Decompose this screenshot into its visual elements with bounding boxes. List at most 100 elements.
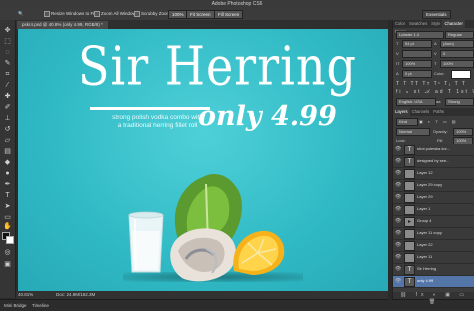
quick-mask-icon[interactable]: ◎ xyxy=(3,248,12,257)
vertical-scale-field[interactable]: 100% xyxy=(402,60,432,68)
marquee-tool-icon[interactable]: ⬚ xyxy=(3,37,12,46)
layer-name: Layer 29 copy xyxy=(417,182,443,187)
font-style-select[interactable]: Regular xyxy=(445,31,474,39)
tab-style[interactable]: Style xyxy=(429,21,442,26)
font-family-select[interactable]: Lobster 1.4 xyxy=(396,31,444,39)
visibility-eye-icon[interactable]: 👁 xyxy=(395,206,401,212)
layer-thumbnail xyxy=(404,253,415,263)
dodge-tool-icon[interactable]: ● xyxy=(3,169,12,178)
crop-tool-icon[interactable]: ⌗ xyxy=(3,70,12,79)
tab-channels[interactable]: Channels xyxy=(410,109,432,114)
layer-row[interactable]: 👁 Layer 11 xyxy=(393,252,474,264)
type-tool-icon[interactable]: T xyxy=(3,191,12,200)
layer-row[interactable]: 👁 Layer 29 copy xyxy=(393,180,474,192)
quick-select-tool-icon[interactable]: ✎ xyxy=(3,59,12,68)
font-size-field[interactable]: 54 pt xyxy=(402,40,432,48)
tab-layers[interactable]: Layers xyxy=(393,108,410,116)
history-brush-tool-icon[interactable]: ↺ xyxy=(3,125,12,134)
character-panel-tabs: ColorSwatchesStyleCharacterParag xyxy=(393,20,474,34)
healing-brush-tool-icon[interactable]: ✚ xyxy=(3,92,12,101)
checkbox-icon xyxy=(44,11,50,17)
text-color-swatch[interactable] xyxy=(451,70,471,79)
fit-screen-button[interactable]: Fit Screen xyxy=(186,10,215,19)
visibility-eye-icon[interactable]: 👁 xyxy=(395,194,401,200)
kerning-field[interactable] xyxy=(402,50,432,58)
pen-tool-icon[interactable]: ✒ xyxy=(3,180,12,189)
visibility-eye-icon[interactable]: 👁 xyxy=(395,266,401,272)
document-canvas[interactable]: Sir Herring strong polish vodka combo wi… xyxy=(18,29,388,291)
background-color-swatch[interactable] xyxy=(6,236,14,244)
resize-windows-checkbox[interactable]: Resize Windows to Fit xyxy=(44,11,96,17)
workspace-switcher[interactable]: Essentials xyxy=(422,10,451,19)
visibility-eye-icon[interactable]: 👁 xyxy=(395,170,401,176)
layer-row[interactable]: 👁 Tdesigned by see... xyxy=(393,156,474,168)
opentype-buttons[interactable]: fi ℴ st 𝒜 ad T 1st ½ xyxy=(396,89,474,95)
fill-screen-button[interactable]: Fill Screen xyxy=(214,10,244,19)
visibility-eye-icon[interactable]: 👁 xyxy=(395,230,401,236)
tab-character[interactable]: Character xyxy=(442,20,465,28)
resize-windows-label: Resize Windows to Fit xyxy=(51,11,96,17)
kerning-icon: V xyxy=(396,51,399,56)
layer-row[interactable]: 👁 Layer 12 xyxy=(393,168,474,180)
screen-mode-icon[interactable]: ▣ xyxy=(3,260,12,269)
gradient-tool-icon[interactable]: ▤ xyxy=(3,147,12,156)
tracking-field[interactable]: 0 xyxy=(440,50,474,58)
lock-label: Lock: xyxy=(396,138,406,143)
text-layer-icon: T xyxy=(404,277,415,287)
scrubby-zoom-checkbox[interactable]: Scrubby Zoom xyxy=(134,11,170,17)
horizontal-scale-field[interactable]: 100% xyxy=(440,60,474,68)
tools-panel: ✥ ⬚ ◌ ✎ ⌗ ⁄ ✚ ✐ ⊥ ↺ ▱ ▤ ◆ ● ✒ T ➤ ▭ ✋ ◎ … xyxy=(0,20,16,298)
tab-paths[interactable]: Paths xyxy=(431,109,446,114)
eyedropper-tool-icon[interactable]: ⁄ xyxy=(3,81,12,90)
layer-row[interactable]: 👁 Tonly 4.99 xyxy=(393,276,474,288)
zoom-tool-icon[interactable]: 🔍 xyxy=(18,11,24,17)
shape-tool-icon[interactable]: ▭ xyxy=(3,213,12,222)
leading-field[interactable]: (Auto) xyxy=(440,40,474,48)
visibility-eye-icon[interactable]: 👁 xyxy=(395,158,401,164)
visibility-eye-icon[interactable]: 👁 xyxy=(395,254,401,260)
blend-mode-select[interactable]: Normal xyxy=(396,128,430,136)
eraser-tool-icon[interactable]: ▱ xyxy=(3,136,12,145)
layer-row[interactable]: 👁 ▸ Group 4 xyxy=(393,216,474,228)
baseline-shift-field[interactable]: 0 pt xyxy=(402,70,432,78)
blur-tool-icon[interactable]: ◆ xyxy=(3,158,12,167)
opacity-field[interactable]: 100% xyxy=(453,128,473,136)
zoom-100-button[interactable]: 100% xyxy=(168,10,188,19)
tab-swatches[interactable]: Swatches xyxy=(407,21,429,26)
hand-tool-icon[interactable]: ✋ xyxy=(3,222,12,231)
layer-row[interactable]: 👁 Layer 22 xyxy=(393,240,474,252)
visibility-eye-icon[interactable]: 👁 xyxy=(395,182,401,188)
layer-row[interactable]: 👁 Layer 11 copy xyxy=(393,228,474,240)
language-select[interactable]: English: USA xyxy=(396,98,436,106)
layer-row[interactable]: 👁 Layer 1 xyxy=(393,204,474,216)
filter-icons[interactable]: ▣ ◐ T ▭ ▤ xyxy=(419,119,458,124)
type-style-buttons[interactable]: T T TT Tт T¹ T₁ T T xyxy=(396,81,466,87)
brush-tool-icon[interactable]: ✐ xyxy=(3,103,12,112)
layer-filter-kind[interactable]: Kind xyxy=(396,118,418,126)
zoom-all-windows-checkbox[interactable]: Zoom All Windows xyxy=(94,11,138,17)
layer-row[interactable]: 👁 Layer 29 xyxy=(393,192,474,204)
timeline-tab[interactable]: Timeline xyxy=(32,300,49,311)
lasso-tool-icon[interactable]: ◌ xyxy=(3,48,12,57)
vertical-scale-icon: IT xyxy=(396,61,400,66)
document-tab[interactable]: pskr4.psd @ 40.8% (only 4.99, RGB/8) * xyxy=(17,21,108,29)
layer-row[interactable]: 👁 T Sir Herring xyxy=(393,264,474,276)
visibility-eye-icon[interactable]: 👁 xyxy=(395,278,401,284)
visibility-eye-icon[interactable]: 👁 xyxy=(395,146,401,152)
visibility-eye-icon[interactable]: 👁 xyxy=(395,218,401,224)
path-selection-tool-icon[interactable]: ➤ xyxy=(3,202,12,211)
clone-stamp-tool-icon[interactable]: ⊥ xyxy=(3,114,12,123)
visibility-eye-icon[interactable]: 👁 xyxy=(395,242,401,248)
layer-name: Group 4 xyxy=(417,218,432,223)
layers-list: 👁 Tshot polewka krz... 👁 Tdesigned by see..… xyxy=(393,144,474,295)
layer-name: only 4.99 xyxy=(417,278,434,283)
text-layer-icon: T xyxy=(404,157,415,167)
layers-footer-buttons[interactable]: ⛓ fx ◐ ▣ ▭ 🗑 xyxy=(393,292,474,305)
layer-name: Layer 11 xyxy=(417,254,433,259)
move-tool-icon[interactable]: ✥ xyxy=(3,26,12,35)
antialias-select[interactable]: Strong xyxy=(445,98,474,106)
layer-row[interactable]: 👁 Tshot polewka krz... xyxy=(393,144,474,156)
zoom-level[interactable]: 40.81% xyxy=(18,291,33,299)
mini-bridge-tab[interactable]: Mini Bridge xyxy=(4,300,27,311)
tab-color[interactable]: Color xyxy=(393,21,407,26)
